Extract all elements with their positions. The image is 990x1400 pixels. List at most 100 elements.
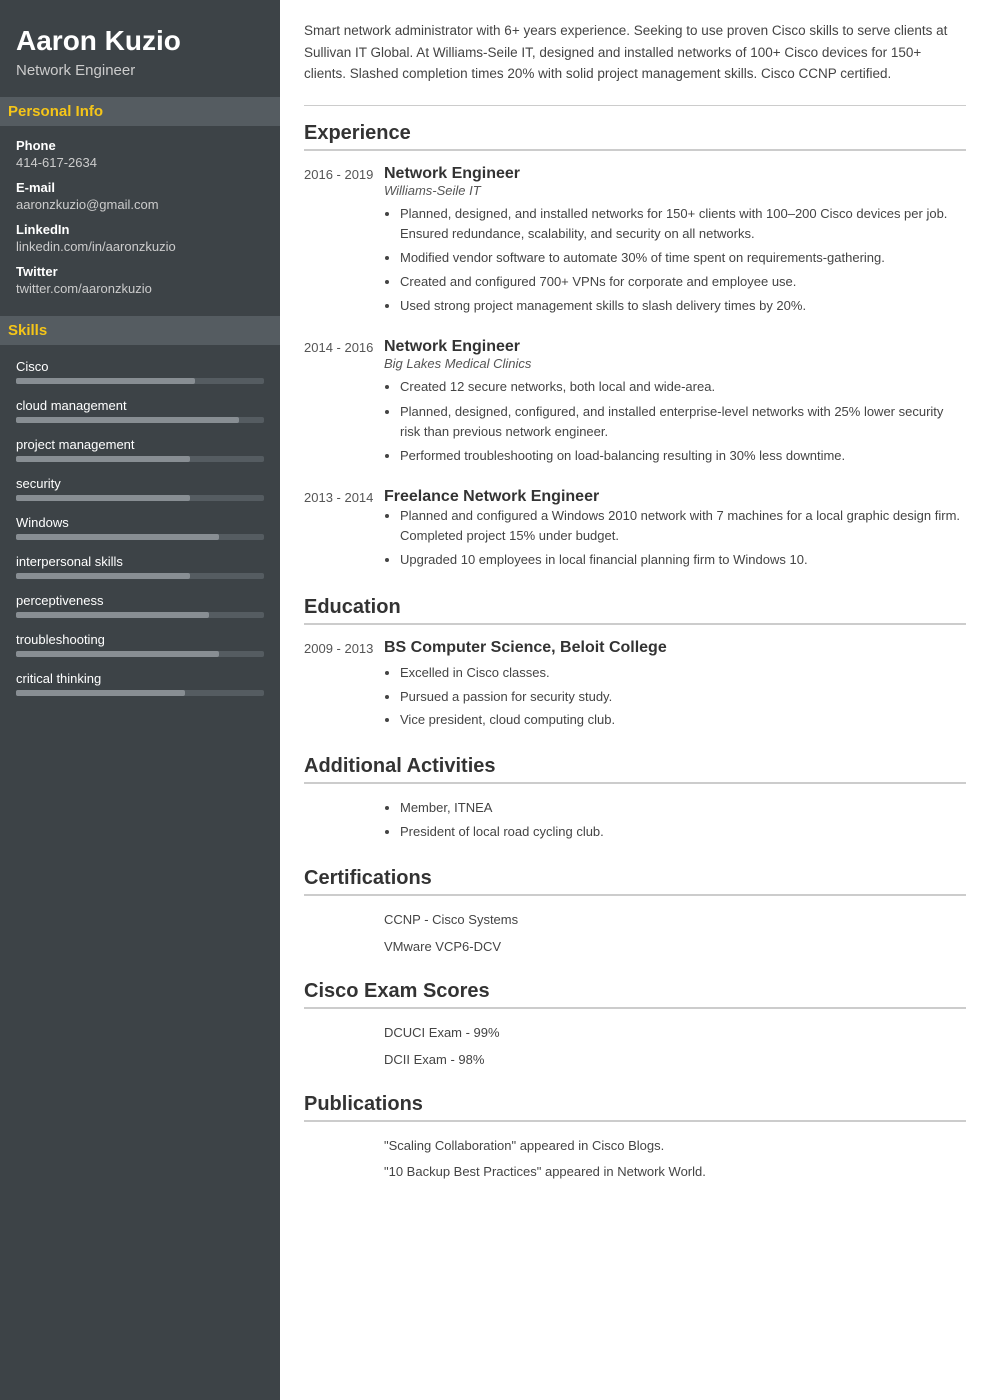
summary-text: Smart network administrator with 6+ year…: [304, 20, 966, 85]
cert-text: CCNP - Cisco Systems: [384, 910, 518, 931]
skill-bar-fill: [16, 456, 190, 462]
skill-item: project management: [16, 437, 264, 462]
exp-dates: 2014 - 2016: [304, 338, 384, 470]
education-entry: 2009 - 2013 BS Computer Science, Beloit …: [304, 639, 966, 732]
certifications-heading: Certifications: [304, 867, 966, 896]
email-label: E-mail: [16, 180, 264, 195]
skill-name: troubleshooting: [16, 632, 264, 647]
skills-heading: Skills: [0, 316, 280, 345]
cert-entry: CCNP - Cisco Systems: [304, 910, 966, 931]
activities-bullets: Member, ITNEAPresident of local road cyc…: [384, 798, 966, 843]
exp-dates: 2013 - 2014: [304, 488, 384, 574]
exp-bullet: Created and configured 700+ VPNs for cor…: [400, 272, 966, 292]
cert-indent: [304, 937, 384, 958]
activities-heading: Additional Activities: [304, 755, 966, 784]
exp-bullet: Performed troubleshooting on load-balanc…: [400, 446, 966, 466]
experience-list: 2016 - 2019 Network Engineer Williams-Se…: [304, 165, 966, 575]
skill-bar-bg: [16, 378, 264, 384]
exp-bullet: Modified vendor software to automate 30%…: [400, 248, 966, 268]
pub-entry: "10 Backup Best Practices" appeared in N…: [304, 1162, 966, 1183]
edu-bullets: Excelled in Cisco classes.Pursued a pass…: [384, 663, 966, 729]
candidate-job-title: Network Engineer: [16, 62, 264, 79]
edu-content: BS Computer Science, Beloit College Exce…: [384, 639, 966, 732]
exp-bullet: Created 12 secure networks, both local a…: [400, 377, 966, 397]
exp-bullet: Used strong project management skills to…: [400, 296, 966, 316]
exp-content: Network Engineer Big Lakes Medical Clini…: [384, 338, 966, 470]
exp-bullets: Planned and configured a Windows 2010 ne…: [384, 506, 966, 570]
exam-scores-heading: Cisco Exam Scores: [304, 980, 966, 1009]
exp-job-title: Network Engineer: [384, 165, 966, 183]
candidate-name: Aaron Kuzio: [16, 24, 264, 58]
personal-info-heading: Personal Info: [0, 97, 280, 126]
phone-label: Phone: [16, 138, 264, 153]
exam-entry: DCUCI Exam - 99%: [304, 1023, 966, 1044]
skill-bar-fill: [16, 378, 195, 384]
education-list: 2009 - 2013 BS Computer Science, Beloit …: [304, 639, 966, 732]
skill-item: perceptiveness: [16, 593, 264, 618]
exam-indent: [304, 1050, 384, 1071]
skill-bar-fill: [16, 495, 190, 501]
exp-bullets: Planned, designed, and installed network…: [384, 204, 966, 317]
activities-entry: Member, ITNEAPresident of local road cyc…: [304, 798, 966, 846]
email-value: aaronzkuzio@gmail.com: [16, 197, 264, 212]
exam-text: DCUCI Exam - 99%: [384, 1023, 500, 1044]
exp-bullet: Planned and configured a Windows 2010 ne…: [400, 506, 966, 546]
certifications-section: Certifications CCNP - Cisco Systems VMwa…: [304, 867, 966, 958]
skill-name: cloud management: [16, 398, 264, 413]
skill-bar-fill: [16, 534, 219, 540]
exp-company: Big Lakes Medical Clinics: [384, 356, 966, 371]
experience-entry: 2016 - 2019 Network Engineer Williams-Se…: [304, 165, 966, 321]
twitter-value: twitter.com/aaronzkuzio: [16, 281, 264, 296]
skill-item: interpersonal skills: [16, 554, 264, 579]
publications-section: Publications "Scaling Collaboration" app…: [304, 1093, 966, 1184]
exam-scores-section: Cisco Exam Scores DCUCI Exam - 99% DCII …: [304, 980, 966, 1071]
edu-bullet: Excelled in Cisco classes.: [400, 663, 966, 683]
skill-item: critical thinking: [16, 671, 264, 696]
exam-indent: [304, 1023, 384, 1044]
linkedin-value: linkedin.com/in/aaronzkuzio: [16, 239, 264, 254]
exam-text: DCII Exam - 98%: [384, 1050, 484, 1071]
certifications-list: CCNP - Cisco Systems VMware VCP6-DCV: [304, 910, 966, 958]
skill-name: Cisco: [16, 359, 264, 374]
exp-bullet: Planned, designed, configured, and insta…: [400, 402, 966, 442]
exam-scores-list: DCUCI Exam - 99% DCII Exam - 98%: [304, 1023, 966, 1071]
exp-dates: 2016 - 2019: [304, 165, 384, 321]
edu-bullet: Vice president, cloud computing club.: [400, 710, 966, 730]
experience-section: Experience 2016 - 2019 Network Engineer …: [304, 122, 966, 575]
skill-bar-fill: [16, 690, 185, 696]
skill-bar-bg: [16, 417, 264, 423]
skill-bar-bg: [16, 651, 264, 657]
skill-bar-fill: [16, 417, 239, 423]
activities-indent: [304, 798, 384, 846]
skill-name: perceptiveness: [16, 593, 264, 608]
main-content: Smart network administrator with 6+ year…: [280, 0, 990, 1400]
skill-item: Windows: [16, 515, 264, 540]
cert-entry: VMware VCP6-DCV: [304, 937, 966, 958]
exp-content: Network Engineer Williams-Seile IT Plann…: [384, 165, 966, 321]
edu-title: BS Computer Science, Beloit College: [384, 639, 966, 657]
skill-name: Windows: [16, 515, 264, 530]
twitter-label: Twitter: [16, 264, 264, 279]
skill-bar-bg: [16, 534, 264, 540]
exp-content: Freelance Network Engineer Planned and c…: [384, 488, 966, 574]
exp-bullet: Upgraded 10 employees in local financial…: [400, 550, 966, 570]
edu-dates: 2009 - 2013: [304, 639, 384, 732]
exp-job-title: Network Engineer: [384, 338, 966, 356]
skill-bar-bg: [16, 456, 264, 462]
cert-indent: [304, 910, 384, 931]
skill-bar-bg: [16, 573, 264, 579]
education-section: Education 2009 - 2013 BS Computer Scienc…: [304, 596, 966, 732]
pub-indent: [304, 1136, 384, 1157]
skill-name: critical thinking: [16, 671, 264, 686]
exp-bullet: Planned, designed, and installed network…: [400, 204, 966, 244]
pub-text: "10 Backup Best Practices" appeared in N…: [384, 1162, 706, 1183]
pub-text: "Scaling Collaboration" appeared in Cisc…: [384, 1136, 664, 1157]
linkedin-label: LinkedIn: [16, 222, 264, 237]
skill-name: project management: [16, 437, 264, 452]
pub-indent: [304, 1162, 384, 1183]
skills-list: Cisco cloud management project managemen…: [16, 359, 264, 696]
publications-heading: Publications: [304, 1093, 966, 1122]
experience-heading: Experience: [304, 122, 966, 151]
skill-bar-fill: [16, 651, 219, 657]
activity-bullet: President of local road cycling club.: [400, 822, 966, 843]
